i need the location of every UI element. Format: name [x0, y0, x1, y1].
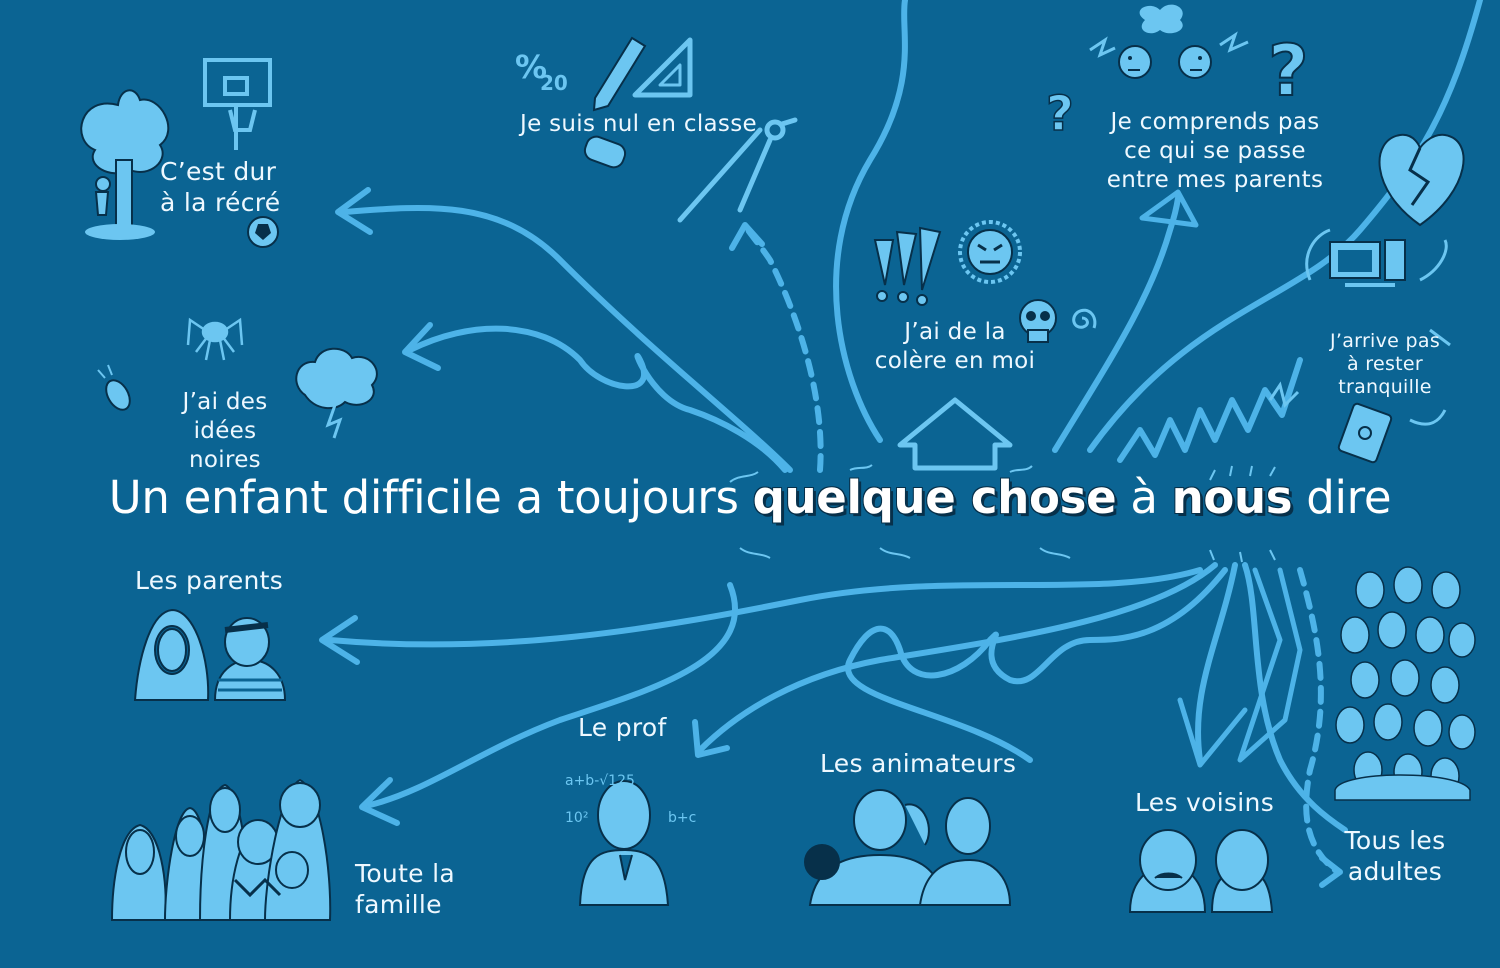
computer-icon — [1329, 239, 1406, 287]
animators-figures — [804, 789, 1012, 906]
arrowhead-parents-conflict — [1139, 189, 1199, 228]
loops-to-animateurs — [845, 567, 1228, 763]
svg-text:b+c: b+c — [668, 810, 696, 826]
arrow-to-famille — [367, 582, 739, 808]
pencil-icon — [592, 36, 647, 112]
neighbours-figures — [1128, 829, 1274, 913]
svg-text:a+b-√125: a+b-√125 — [565, 773, 635, 789]
football-icon — [247, 216, 279, 248]
arrowhead-voisins — [1177, 697, 1248, 768]
eraser-icon — [583, 135, 627, 169]
arrow-to-idees-noires — [407, 325, 788, 473]
topic-classe-label: Je suis nul en classe — [520, 111, 757, 137]
arrow-to-parents — [327, 567, 1203, 648]
arrow-to-colere — [897, 397, 1013, 471]
family-figures — [110, 778, 332, 921]
audience-voisins-label: Les voisins — [1135, 788, 1275, 817]
arrow-to-recre — [342, 204, 793, 473]
headline-emphasis-2: nous — [1171, 471, 1293, 524]
spider-icon — [186, 317, 244, 361]
headline-emphasis-1: quelque chose — [752, 471, 1117, 524]
arrow-to-classe — [745, 227, 824, 473]
audience-parents-label: Les parents — [135, 566, 284, 595]
topic-tranquille-label: J’arrive pas à rester tranquille — [1329, 330, 1441, 398]
cockroach-icon — [97, 364, 131, 411]
arguing-faces-icon — [1089, 4, 1249, 79]
question-mark-small-icon: ? — [1046, 86, 1074, 142]
question-mark-icon: ? — [1268, 30, 1309, 112]
exclamation-marks-icon — [873, 226, 942, 306]
headline-part-3: dire — [1292, 471, 1392, 524]
parents-figures — [133, 608, 287, 701]
svg-text:20: 20 — [540, 71, 568, 95]
spiral-icon — [1072, 308, 1097, 329]
child-figure-icon — [94, 176, 111, 216]
topic-recre-label: C’est dur à la récré — [160, 157, 281, 217]
svg-text:10²: 10² — [565, 810, 588, 826]
audience-prof-label: Le prof — [578, 713, 667, 742]
audience-animateurs-label: Les animateurs — [820, 749, 1017, 778]
storm-cloud-icon — [295, 347, 378, 439]
topic-idees-noires-label: J’ai des idées noires — [182, 389, 268, 473]
headline-part-2: à — [1116, 471, 1172, 524]
phone-icon — [1337, 402, 1393, 464]
basketball-hoop-icon — [203, 58, 272, 150]
headline: Un enfant difficile a toujours quelque c… — [0, 468, 1500, 528]
crowd-figures — [1334, 566, 1476, 801]
topic-parents-conflict-label: Je comprends pas ce qui se passe entre m… — [1106, 109, 1324, 193]
headline-part-1: Un enfant difficile a toujours — [108, 471, 753, 524]
teacher-figure: a+b-√125 10² b+c — [565, 773, 696, 906]
topic-colere-label: J’ai de la colère en moi — [874, 319, 1036, 374]
audience-adultes-label: Tous les adultes — [1344, 826, 1446, 886]
angry-face-icon — [958, 220, 1022, 284]
arrow-to-tranquille — [1117, 357, 1303, 463]
audience-famille-label: Toute la famille — [355, 859, 455, 919]
broken-heart-icon — [1378, 133, 1465, 227]
tree-icon — [80, 89, 170, 240]
